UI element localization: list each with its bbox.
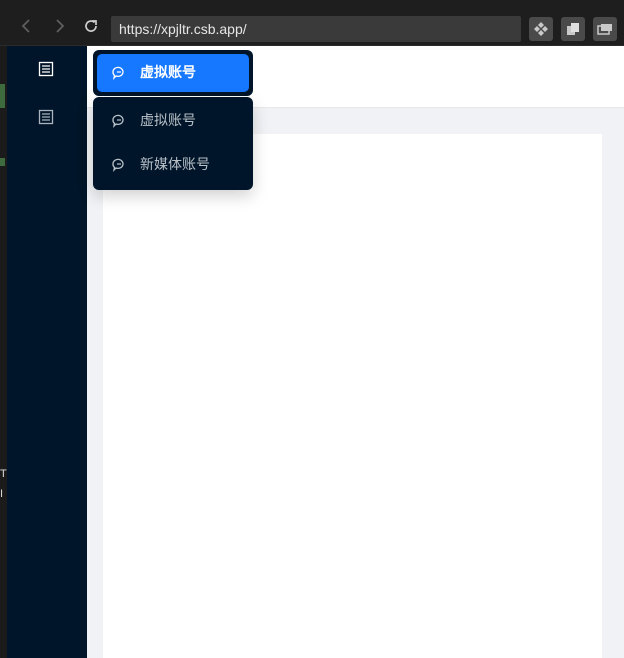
menu-item-label: 虚拟账号	[140, 65, 196, 81]
outer-strip: T I	[0, 46, 7, 658]
copy-icon[interactable]	[561, 17, 585, 41]
reload-icon[interactable]	[82, 17, 100, 35]
strip-text: I	[0, 488, 4, 500]
extension-icon[interactable]	[529, 17, 553, 41]
list-icon[interactable]	[38, 61, 54, 77]
strip-marker	[0, 158, 5, 166]
window-icon[interactable]	[593, 17, 617, 41]
chat-icon	[111, 157, 127, 173]
menu-item-active[interactable]: 虚拟账号	[93, 50, 253, 96]
back-icon[interactable]	[18, 17, 36, 35]
chat-icon	[111, 113, 127, 129]
chat-icon	[111, 65, 127, 81]
list-icon[interactable]	[38, 109, 54, 125]
menu-item-label: 虚拟账号	[140, 113, 196, 129]
forward-icon[interactable]	[50, 17, 68, 35]
menu-item-new-media-account[interactable]: 新媒体账号	[93, 145, 253, 185]
submenu-popup: 虚拟账号 新媒体账号	[93, 97, 253, 190]
menu-item-label: 新媒体账号	[140, 157, 210, 173]
browser-toolbar: https://xpjltr.csb.app/	[0, 0, 624, 46]
content-card	[103, 134, 602, 658]
strip-text: T	[0, 468, 7, 480]
strip-marker	[0, 84, 5, 108]
app-sidebar	[7, 46, 87, 658]
menu-item-virtual-account[interactable]: 虚拟账号	[93, 101, 253, 141]
url-bar[interactable]: https://xpjltr.csb.app/	[111, 16, 521, 42]
